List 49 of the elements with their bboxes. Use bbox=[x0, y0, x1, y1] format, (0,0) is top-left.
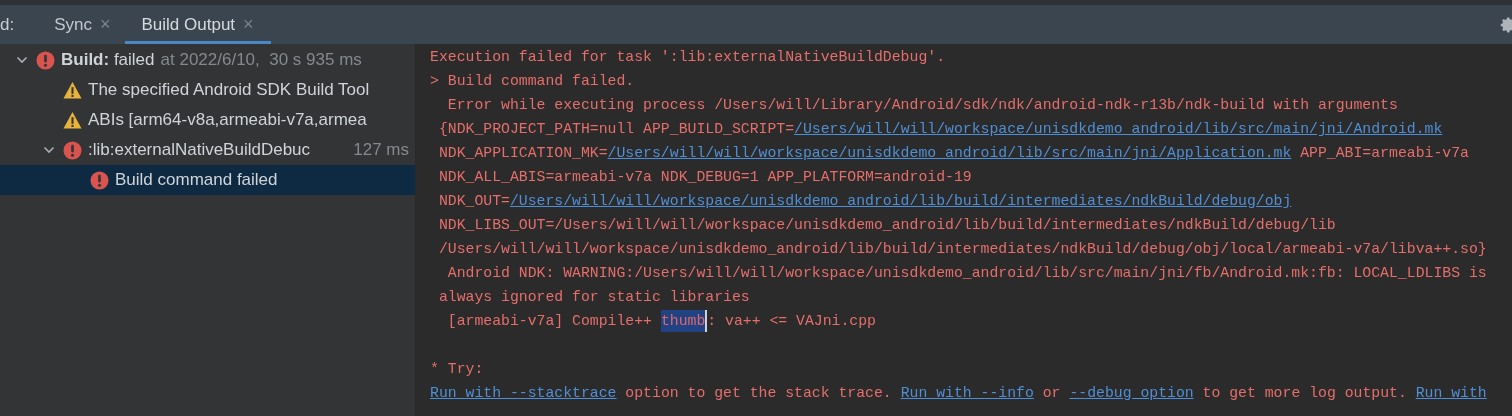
output-text: NDK_OUT= bbox=[437, 191, 510, 211]
warning-icon bbox=[63, 110, 82, 130]
selected-text: thumb bbox=[660, 309, 708, 333]
item-duration: 127 ms bbox=[353, 139, 410, 162]
output-link[interactable]: Run with bbox=[1415, 381, 1487, 405]
tab[interactable]: Sync × bbox=[40, 5, 125, 44]
output-text: NDK_APPLICATION_MK= bbox=[437, 143, 608, 163]
close-icon[interactable]: × bbox=[100, 11, 111, 38]
output-link[interactable]: --debug option bbox=[1069, 381, 1194, 405]
item-label: :lib:externalNativeBuildDebuc bbox=[88, 139, 311, 162]
warning-icon bbox=[63, 80, 82, 100]
tree-item[interactable]: Build command failed bbox=[0, 165, 415, 195]
output-text: always ignored for static libraries bbox=[437, 287, 750, 307]
output-text: or bbox=[1041, 383, 1062, 403]
output-text: Execution failed for task ':lib:externalNativeBuildDebug'. bbox=[430, 47, 945, 67]
output-text: {NDK_PROJECT_PATH=null APP_BUILD_SCRIPT= bbox=[437, 119, 795, 139]
tree-item[interactable]: ABIs [arm64-v8a,armeabi-v7a,armea bbox=[0, 105, 415, 135]
output-text: APP_ABI=armeabi-v7a bbox=[1299, 143, 1469, 163]
output-link[interactable]: /Users/will/will/workspace/unisdkdemo_android/lib/src/main/jni/Android.mk bbox=[794, 117, 1443, 141]
output-text: to get more log output. bbox=[1201, 383, 1408, 403]
item-label: The specified Android SDK Build Tool bbox=[88, 79, 370, 102]
chevron-down-icon[interactable] bbox=[16, 54, 28, 66]
output-text: > Build command failed. bbox=[430, 71, 635, 91]
output-text: NDK_LIBS_OUT=/Users/will/will/workspace/unisdkdemo_android/lib/build/intermediates/ndkBuild/debug/lib bbox=[437, 215, 1336, 235]
output-link[interactable]: /Users/will/will/workspace/unisdkdemo_android/lib/build/intermediates/ndkBuild/debug/obj bbox=[509, 189, 1292, 213]
tab-bar-label: d: bbox=[0, 13, 16, 36]
output-text: Error while executing process /Users/will/Library/Android/sdk/ndk/android-ndk-r13b/ndk-build with arguments bbox=[446, 95, 1398, 115]
output-link[interactable]: /Users/will/will/workspace/unisdkdemo_android/lib/src/main/jni/Application.mk bbox=[607, 141, 1292, 165]
close-icon[interactable]: × bbox=[243, 11, 254, 38]
tree-item[interactable]: Build: failed at 2022/6/10, 30 s 935 ms bbox=[0, 45, 415, 75]
item-timestamp: at 2022/6/10, 30 s 935 ms bbox=[160, 49, 362, 72]
output-text: NDK_ALL_ABIS=armeabi-v7a NDK_DEBUG=1 APP_PLATFORM=android-19 bbox=[437, 167, 972, 187]
error-icon bbox=[63, 140, 82, 160]
item-label: Build command failed bbox=[115, 169, 278, 192]
error-icon bbox=[90, 170, 109, 190]
chevron-down-icon[interactable] bbox=[43, 144, 55, 156]
error-icon bbox=[36, 50, 55, 70]
item-label: ABIs [arm64-v8a,armeabi-v7a,armea bbox=[88, 109, 367, 132]
output-link[interactable]: Run with --info bbox=[900, 381, 1034, 405]
output-text: [armeabi-v7a] Compile++ bbox=[446, 311, 653, 331]
item-label: Build: failed bbox=[61, 49, 155, 72]
output-text: /Users/will/will/workspace/unisdkdemo_android/lib/build/intermediates/ndkBuild/debug/obj/local/armeabi-v7a/libva++.so} bbox=[437, 239, 1487, 259]
output-text: : va++ <= VAJni.cpp bbox=[707, 311, 876, 331]
output-text: Android NDK: WARNING:/Users/will/will/workspace/unisdkdemo_android/lib/src/main/jni/fb/Android.mk:fb: LOCAL_LDLIBS is bbox=[446, 263, 1487, 283]
output-text: option to get the stack trace. bbox=[624, 383, 893, 403]
output-link[interactable]: Run with --stacktrace bbox=[430, 381, 617, 405]
output-text: * Try: bbox=[430, 359, 484, 379]
tree-item[interactable]: :lib:externalNativeBuildDebuc 127 ms bbox=[0, 135, 415, 165]
tree-item[interactable]: The specified Android SDK Build Tool bbox=[0, 75, 415, 105]
